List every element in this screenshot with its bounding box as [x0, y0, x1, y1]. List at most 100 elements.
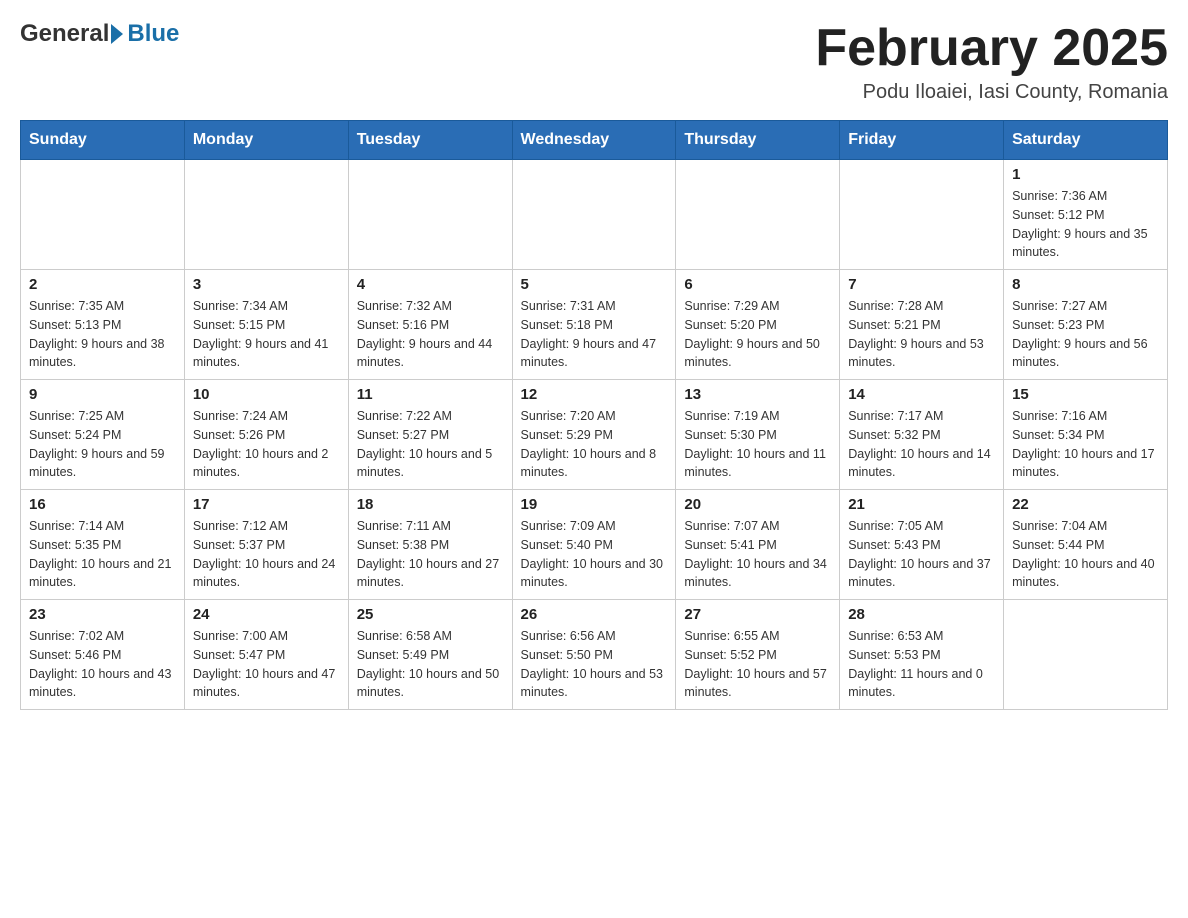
logo-general-text: General [20, 20, 109, 48]
weekday-header-sunday: Sunday [21, 121, 185, 160]
day-info: Sunrise: 7:07 AM Sunset: 5:41 PM Dayligh… [684, 517, 831, 592]
calendar-cell: 7Sunrise: 7:28 AM Sunset: 5:21 PM Daylig… [840, 270, 1004, 380]
calendar-cell: 18 Sunrise: 7:11 AM Sunset: 5:38 PM Dayli… [348, 490, 512, 600]
calendar-cell: 16 Sunrise: 7:14 AM Sunset: 5:35 PM Dayli… [21, 490, 185, 600]
day-number: 13 [684, 386, 831, 403]
day-number: 9 [29, 386, 176, 403]
day-info: Sunrise: 6:53 AM Sunset: 5:53 PM Dayligh… [848, 627, 995, 702]
calendar-cell: 10 Sunrise: 7:24 AM Sunset: 5:26 PM Dayli… [184, 380, 348, 490]
calendar-cell: 13 Sunrise: 7:19 AM Sunset: 5:30 PM Dayli… [676, 380, 840, 490]
day-number: 17 [193, 496, 340, 513]
day-info: Sunrise: 7:17 AM Sunset: 5:32 PM Dayligh… [848, 407, 995, 482]
calendar-cell: 5 Sunrise: 7:31 AM Sunset: 5:18 PM Daylig… [512, 270, 676, 380]
calendar-cell: 14 Sunrise: 7:17 AM Sunset: 5:32 PM Dayli… [840, 380, 1004, 490]
day-number: 10 [193, 386, 340, 403]
calendar-cell: 9 Sunrise: 7:25 AM Sunset: 5:24 PM Daylig… [21, 380, 185, 490]
day-number: 19 [521, 496, 668, 513]
day-info: Sunrise: 7:09 AM Sunset: 5:40 PM Dayligh… [521, 517, 668, 592]
day-info: Sunrise: 6:56 AM Sunset: 5:50 PM Dayligh… [521, 627, 668, 702]
day-number: 12 [521, 386, 668, 403]
week-row-3: 9 Sunrise: 7:25 AM Sunset: 5:24 PM Daylig… [21, 380, 1168, 490]
day-number: 16 [29, 496, 176, 513]
calendar-cell [184, 160, 348, 270]
day-number: 8 [1012, 276, 1159, 293]
weekday-header-saturday: Saturday [1004, 121, 1168, 160]
day-info: Sunrise: 7:19 AM Sunset: 5:30 PM Dayligh… [684, 407, 831, 482]
day-info: Sunrise: 6:58 AM Sunset: 5:49 PM Dayligh… [357, 627, 504, 702]
calendar-cell [1004, 600, 1168, 710]
day-info: Sunrise: 7:32 AM Sunset: 5:16 PM Dayligh… [357, 297, 504, 372]
day-info: Sunrise: 7:11 AM Sunset: 5:38 PM Dayligh… [357, 517, 504, 592]
day-number: 20 [684, 496, 831, 513]
day-number: 22 [1012, 496, 1159, 513]
day-info: Sunrise: 7:25 AM Sunset: 5:24 PM Dayligh… [29, 407, 176, 482]
calendar-cell: 23 Sunrise: 7:02 AM Sunset: 5:46 PM Dayli… [21, 600, 185, 710]
day-info: Sunrise: 7:27 AM Sunset: 5:23 PM Dayligh… [1012, 297, 1159, 372]
day-number: 14 [848, 386, 995, 403]
calendar-cell: 25 Sunrise: 6:58 AM Sunset: 5:49 PM Dayli… [348, 600, 512, 710]
calendar-cell: 4 Sunrise: 7:32 AM Sunset: 5:16 PM Daylig… [348, 270, 512, 380]
day-number: 21 [848, 496, 995, 513]
calendar-cell: 28 Sunrise: 6:53 AM Sunset: 5:53 PM Dayli… [840, 600, 1004, 710]
calendar-cell: 11 Sunrise: 7:22 AM Sunset: 5:27 PM Dayli… [348, 380, 512, 490]
day-number: 5 [521, 276, 668, 293]
calendar-cell: 20 Sunrise: 7:07 AM Sunset: 5:41 PM Dayli… [676, 490, 840, 600]
calendar-cell: 17 Sunrise: 7:12 AM Sunset: 5:37 PM Dayli… [184, 490, 348, 600]
day-info: Sunrise: 7:34 AM Sunset: 5:15 PM Dayligh… [193, 297, 340, 372]
day-info: Sunrise: 7:20 AM Sunset: 5:29 PM Dayligh… [521, 407, 668, 482]
calendar-cell: 6 Sunrise: 7:29 AM Sunset: 5:20 PM Daylig… [676, 270, 840, 380]
calendar-cell: 19 Sunrise: 7:09 AM Sunset: 5:40 PM Dayli… [512, 490, 676, 600]
day-info: Sunrise: 6:55 AM Sunset: 5:52 PM Dayligh… [684, 627, 831, 702]
calendar-table: SundayMondayTuesdayWednesdayThursdayFrid… [20, 120, 1168, 710]
calendar-cell: 15 Sunrise: 7:16 AM Sunset: 5:34 PM Dayli… [1004, 380, 1168, 490]
day-number: 27 [684, 606, 831, 623]
weekday-header-wednesday: Wednesday [512, 121, 676, 160]
weekday-header-monday: Monday [184, 121, 348, 160]
calendar-cell: 1Sunrise: 7:36 AM Sunset: 5:12 PM Daylig… [1004, 160, 1168, 270]
weekday-header-friday: Friday [840, 121, 1004, 160]
day-number: 11 [357, 386, 504, 403]
day-info: Sunrise: 7:12 AM Sunset: 5:37 PM Dayligh… [193, 517, 340, 592]
day-info: Sunrise: 7:05 AM Sunset: 5:43 PM Dayligh… [848, 517, 995, 592]
day-info: Sunrise: 7:24 AM Sunset: 5:26 PM Dayligh… [193, 407, 340, 482]
logo-arrow-icon [111, 24, 123, 44]
day-number: 18 [357, 496, 504, 513]
day-info: Sunrise: 7:35 AM Sunset: 5:13 PM Dayligh… [29, 297, 176, 372]
calendar-cell: 3Sunrise: 7:34 AM Sunset: 5:15 PM Daylig… [184, 270, 348, 380]
title-section: February 2025 Podu Iloaiei, Iasi County,… [815, 20, 1168, 104]
calendar-cell: 26Sunrise: 6:56 AM Sunset: 5:50 PM Dayli… [512, 600, 676, 710]
weekday-header-thursday: Thursday [676, 121, 840, 160]
day-info: Sunrise: 7:29 AM Sunset: 5:20 PM Dayligh… [684, 297, 831, 372]
weekday-header-tuesday: Tuesday [348, 121, 512, 160]
page-header: General Blue February 2025 Podu Iloaiei,… [20, 20, 1168, 104]
day-info: Sunrise: 7:00 AM Sunset: 5:47 PM Dayligh… [193, 627, 340, 702]
calendar-cell: 21 Sunrise: 7:05 AM Sunset: 5:43 PM Dayli… [840, 490, 1004, 600]
calendar-cell: 24 Sunrise: 7:00 AM Sunset: 5:47 PM Dayli… [184, 600, 348, 710]
day-number: 23 [29, 606, 176, 623]
day-info: Sunrise: 7:28 AM Sunset: 5:21 PM Dayligh… [848, 297, 995, 372]
day-number: 25 [357, 606, 504, 623]
calendar-cell: 8 Sunrise: 7:27 AM Sunset: 5:23 PM Daylig… [1004, 270, 1168, 380]
day-info: Sunrise: 7:02 AM Sunset: 5:46 PM Dayligh… [29, 627, 176, 702]
day-number: 6 [684, 276, 831, 293]
day-info: Sunrise: 7:16 AM Sunset: 5:34 PM Dayligh… [1012, 407, 1159, 482]
day-number: 1 [1012, 166, 1159, 183]
month-title: February 2025 [815, 20, 1168, 77]
logo-blue-text: Blue [127, 20, 179, 48]
day-info: Sunrise: 7:22 AM Sunset: 5:27 PM Dayligh… [357, 407, 504, 482]
day-number: 2 [29, 276, 176, 293]
day-number: 4 [357, 276, 504, 293]
location-title: Podu Iloaiei, Iasi County, Romania [815, 81, 1168, 104]
day-number: 28 [848, 606, 995, 623]
calendar-cell [840, 160, 1004, 270]
week-row-5: 23 Sunrise: 7:02 AM Sunset: 5:46 PM Dayli… [21, 600, 1168, 710]
logo: General Blue [20, 20, 179, 48]
calendar-cell: 22Sunrise: 7:04 AM Sunset: 5:44 PM Dayli… [1004, 490, 1168, 600]
weekday-header-row: SundayMondayTuesdayWednesdayThursdayFrid… [21, 121, 1168, 160]
day-number: 24 [193, 606, 340, 623]
day-info: Sunrise: 7:31 AM Sunset: 5:18 PM Dayligh… [521, 297, 668, 372]
week-row-2: 2 Sunrise: 7:35 AM Sunset: 5:13 PM Daylig… [21, 270, 1168, 380]
calendar-cell: 2 Sunrise: 7:35 AM Sunset: 5:13 PM Daylig… [21, 270, 185, 380]
day-info: Sunrise: 7:14 AM Sunset: 5:35 PM Dayligh… [29, 517, 176, 592]
day-number: 15 [1012, 386, 1159, 403]
